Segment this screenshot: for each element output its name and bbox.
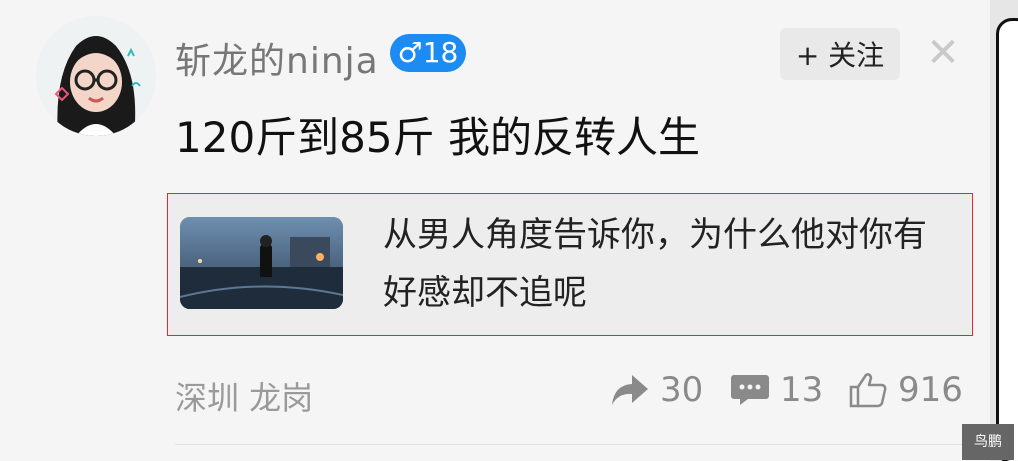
linked-article-card[interactable]: 从男人角度告诉你，为什么他对你有好感却不追呢 (167, 193, 973, 336)
comment-count: 13 (780, 370, 824, 410)
side-phone-preview (990, 0, 1018, 461)
comment-stat[interactable]: 13 (730, 370, 823, 410)
post-location: 深圳 龙岗 (175, 379, 314, 417)
share-stat[interactable]: 30 (610, 370, 703, 410)
comment-bubble-icon (731, 375, 769, 405)
gender-age-badge: ♂18 (390, 34, 466, 72)
article-thumbnail (180, 217, 343, 309)
share-count: 30 (660, 370, 704, 410)
post-title[interactable]: 120斤到85斤 我的反转人生 (175, 104, 700, 165)
like-count: 916 (898, 370, 963, 410)
feed-post: 斩龙的ninja ♂18 + 关注 ✕ 120斤到85斤 我的反转人生 从男人角… (0, 0, 990, 461)
thumbnail-image-icon (180, 217, 343, 309)
share-arrow-icon (612, 375, 648, 405)
post-divider (175, 444, 990, 445)
user-avatar[interactable] (36, 16, 156, 136)
follow-button[interactable]: + 关注 (780, 28, 900, 80)
watermark-label: 鸟鹏 (962, 424, 1014, 460)
follow-label: + 关注 (795, 39, 885, 72)
article-headline: 从男人角度告诉你，为什么他对你有好感却不追呢 (383, 215, 927, 313)
like-stat[interactable]: 916 (848, 370, 963, 410)
avatar-illustration-icon (36, 16, 156, 136)
thumbs-up-icon (849, 373, 887, 408)
phone-frame (996, 18, 1018, 461)
username[interactable]: 斩龙的ninja (175, 32, 379, 84)
close-icon[interactable]: ✕ (926, 33, 960, 73)
